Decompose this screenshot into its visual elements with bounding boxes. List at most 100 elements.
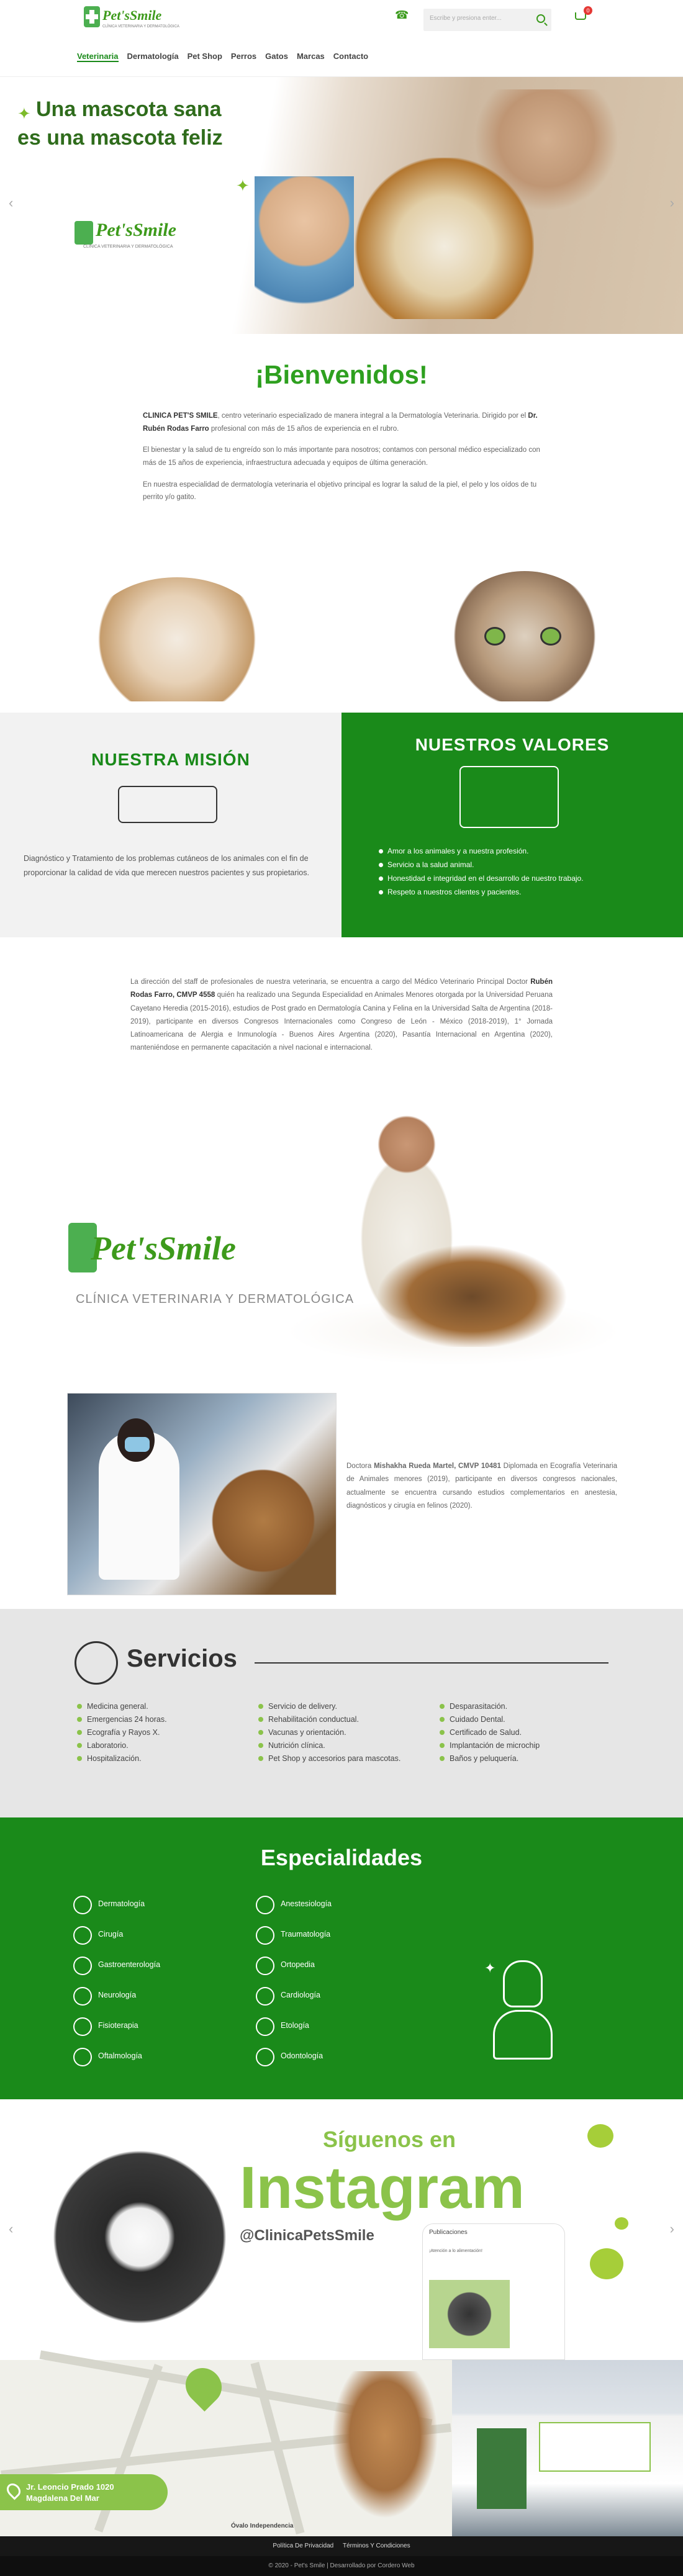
site-logo[interactable]: Pet'sSmile CLÍNICA VETERINARIA Y DERMATO… [84, 6, 179, 30]
nav-perros[interactable]: Perros [231, 52, 256, 61]
servicio-item: Emergencias 24 horas. [77, 1715, 167, 1724]
welcome-paragraph: El bienestar y la salud de tu engreído s… [143, 446, 540, 467]
boston-terrier-image [37, 2137, 242, 2360]
map-landmark: Óvalo Independencia [231, 2523, 294, 2529]
phone-icon[interactable]: ☎ [395, 9, 409, 22]
doctora-photo [67, 1393, 337, 1595]
especialidad-gastroenterologia: Gastroenterología [73, 1957, 160, 1987]
servicio-item: Pet Shop y accesorios para mascotas. [258, 1754, 400, 1763]
nav-marcas[interactable]: Marcas [297, 52, 325, 61]
brand-subtitle: CLÍNICA VETERINARIA Y DERMATOLÓGICA [76, 1292, 355, 1306]
servicio-item: Nutrición clínica. [258, 1741, 400, 1750]
search-input[interactable]: Escribe y presiona enter... [430, 15, 502, 22]
terms-link[interactable]: Términos Y Condiciones [343, 2542, 410, 2549]
footer-links: Política De Privacidad Términos Y Condic… [0, 2536, 683, 2556]
director-text-part: quién ha realizado una Segunda Especiali… [130, 991, 553, 1052]
welcome-title: ¡Bienvenidos! [255, 360, 428, 389]
logo-subtitle: CLÍNICA VETERINARIA Y DERMATOLÓGICA [102, 25, 179, 29]
phone-mockup: Publicaciones ¡Atención a lo alimentació… [422, 2223, 565, 2360]
servicios-list: Desparasitación. Cuidado Dental. Certifi… [440, 1702, 540, 1767]
phone-header: Publicaciones [429, 2229, 468, 2236]
mision-title: NUESTRA MISIÓN [91, 750, 250, 769]
slider-next-arrow-icon[interactable]: › [670, 195, 674, 211]
servicios-title: Servicios [127, 1645, 237, 1672]
search-box[interactable]: Escribe y presiona enter... [423, 9, 551, 31]
welcome-paragraph: CLINICA PET'S SMILE, centro veterinario … [143, 410, 540, 435]
instagram-title: Instagram [240, 2155, 525, 2221]
pets-banner-image [0, 565, 683, 714]
valor-item: Respeto a nuestros clientes y pacientes. [379, 888, 664, 896]
servicio-item: Hospitalización. [77, 1754, 167, 1763]
servicio-item: Laboratorio. [77, 1741, 167, 1750]
hero-logo-name: Pet'sSmile [96, 220, 176, 240]
servicio-item: Ecografía y Rayos X. [77, 1728, 167, 1737]
brand-logo-name: Pet'sSmile [91, 1230, 236, 1267]
servicio-item: Servicio de delivery. [258, 1702, 400, 1711]
especialidad-fisioterapia: Fisioterapia [73, 2017, 160, 2048]
cart-button[interactable]: 0 [574, 6, 592, 22]
phone-caption: ¡Atención a lo alimentación! [429, 2249, 482, 2253]
hero-image [255, 77, 683, 334]
servicios-section: Servicios Medicina general. Emergencias … [0, 1609, 683, 1817]
director-text: La dirección del staff de profesionales … [130, 976, 553, 1055]
valor-item: Honestidad e integridad en el desarrollo… [379, 874, 664, 883]
nav-contacto[interactable]: Contacto [333, 52, 368, 61]
vet-with-pets-icon [118, 786, 217, 823]
logo-name: Pet'sSmile [102, 7, 162, 23]
especialidades-section: Especialidades Dermatología Cirugía Gast… [0, 1817, 683, 2099]
servicios-list: Medicina general. Emergencias 24 horas. … [77, 1702, 167, 1767]
address-line-2: Magdalena Del Mar [26, 2493, 99, 2503]
instagram-handle[interactable]: @ClinicaPetsSmile [240, 2227, 374, 2245]
site-header: Pet'sSmile CLÍNICA VETERINARIA Y DERMATO… [0, 0, 683, 77]
especialidad-traumatologia: Traumatología [256, 1926, 332, 1957]
hero-line-1: Una mascota sana [36, 97, 222, 121]
especialidades-list: Anestesiología Traumatología Ortopedia C… [256, 1896, 332, 2078]
servicio-item: Rehabilitación conductual. [258, 1715, 400, 1724]
valor-item: Servicio a la salud animal. [379, 860, 664, 869]
especialidades-list: Dermatología Cirugía Gastroenterología N… [73, 1896, 160, 2078]
divider [255, 1662, 608, 1664]
especialidad-etologia: Etología [256, 2017, 332, 2048]
brand-logo-large: Pet'sSmile [68, 1220, 329, 1276]
valor-item: Amor a los animales y a nuestra profesió… [379, 847, 664, 855]
nav-dermatologia[interactable]: Dermatología [127, 52, 179, 61]
logo-mark [84, 6, 100, 27]
instagram-banner[interactable]: Síguenos en Instagram @ClinicaPetsSmile … [0, 2099, 683, 2360]
logo-mark [75, 221, 93, 245]
main-nav: Veterinaria Dermatología Pet Shop Perros Gat… [77, 51, 377, 65]
servicios-list: Servicio de delivery. Rehabilitación con… [258, 1702, 400, 1767]
decor-blob [587, 2124, 613, 2148]
phone-post-image [429, 2280, 510, 2348]
servicio-item: Medicina general. [77, 1702, 167, 1711]
cat-dog-icon [75, 1641, 118, 1685]
welcome-text-part: , centro veterinario especializado de ma… [217, 412, 528, 420]
sparkle-icon: ✦ [484, 1960, 496, 1976]
slider-prev-arrow-icon[interactable]: ‹ [9, 2221, 13, 2237]
decor-blob [590, 2248, 623, 2279]
nav-veterinaria[interactable]: Veterinaria [77, 52, 119, 62]
welcome-text-part: profesional con más de 15 años de experi… [209, 425, 399, 433]
servicio-item: Certificado de Salud. [440, 1728, 540, 1737]
doctora-name: Mishakha Rueda Martel, CMVP 10481 [374, 1462, 501, 1470]
privacy-link[interactable]: Política De Privacidad [273, 2542, 333, 2549]
brand-name: CLINICA PET'S SMILE [143, 412, 218, 420]
heart-hands-pets-icon [459, 766, 559, 828]
cart-count-badge: 0 [584, 6, 592, 15]
valores-section: NUESTROS VALORES Amor a los animales y a… [341, 713, 683, 937]
especialidad-anestesiologia: Anestesiología [256, 1896, 332, 1926]
location-pin-icon [4, 2480, 24, 2500]
servicio-item: Cuidado Dental. [440, 1715, 540, 1724]
hero-logo: Pet'sSmile CLÍNICA VETERINARIA Y DERMATO… [75, 220, 224, 263]
servicio-item: Baños y peluquería. [440, 1754, 540, 1763]
hero-logo-sub: CLÍNICA VETERINARIA Y DERMATOLÓGICA [83, 245, 173, 249]
nav-gatos[interactable]: Gatos [265, 52, 288, 61]
valores-list: Amor a los animales y a nuestra profesió… [379, 847, 664, 901]
especialidad-ortopedia: Ortopedia [256, 1957, 332, 1987]
search-icon[interactable] [536, 14, 545, 23]
nav-pet-shop[interactable]: Pet Shop [188, 52, 222, 61]
especialidad-cardiologia: Cardiología [256, 1987, 332, 2017]
slider-prev-arrow-icon[interactable]: ‹ [9, 195, 13, 211]
director-text-part: La dirección del staff de profesionales … [130, 978, 531, 986]
servicio-item: Implantación de microchip [440, 1741, 540, 1750]
slider-next-arrow-icon[interactable]: › [670, 2221, 674, 2237]
